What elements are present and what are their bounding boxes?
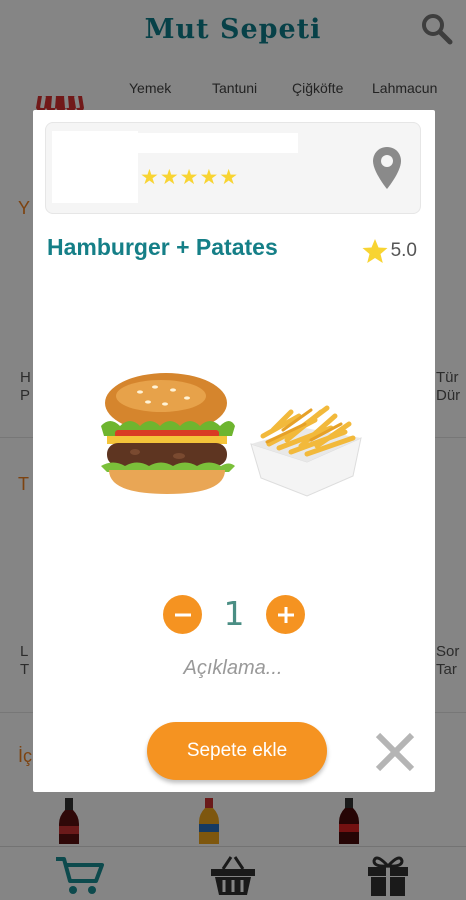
store-rating-stars: ★★★★★ — [140, 165, 240, 189]
store-info-card[interactable]: ★★★★★ — [45, 122, 421, 214]
store-name — [138, 133, 298, 153]
rating-value: 5.0 — [390, 240, 417, 261]
add-to-cart-button[interactable]: Sepete ekle — [147, 722, 327, 780]
minus-icon — [174, 613, 191, 616]
quantity-value: 1 — [223, 594, 245, 633]
location-pin-icon[interactable] — [372, 145, 402, 191]
product-rating: 5.0 — [361, 236, 417, 266]
product-image — [95, 320, 367, 546]
close-icon[interactable] — [373, 730, 417, 774]
product-title: Hamburger + Patates — [47, 234, 278, 260]
plus-icon — [277, 606, 294, 623]
product-dialog: ★★★★★ Hamburger + Patates 5.0 1 Açıklama… — [33, 110, 435, 792]
increase-quantity-button[interactable] — [266, 595, 305, 634]
decrease-quantity-button[interactable] — [163, 595, 202, 634]
note-input[interactable] — [133, 654, 333, 682]
store-logo — [52, 131, 138, 203]
star-icon — [362, 239, 388, 263]
quantity-stepper: 1 — [163, 594, 305, 635]
